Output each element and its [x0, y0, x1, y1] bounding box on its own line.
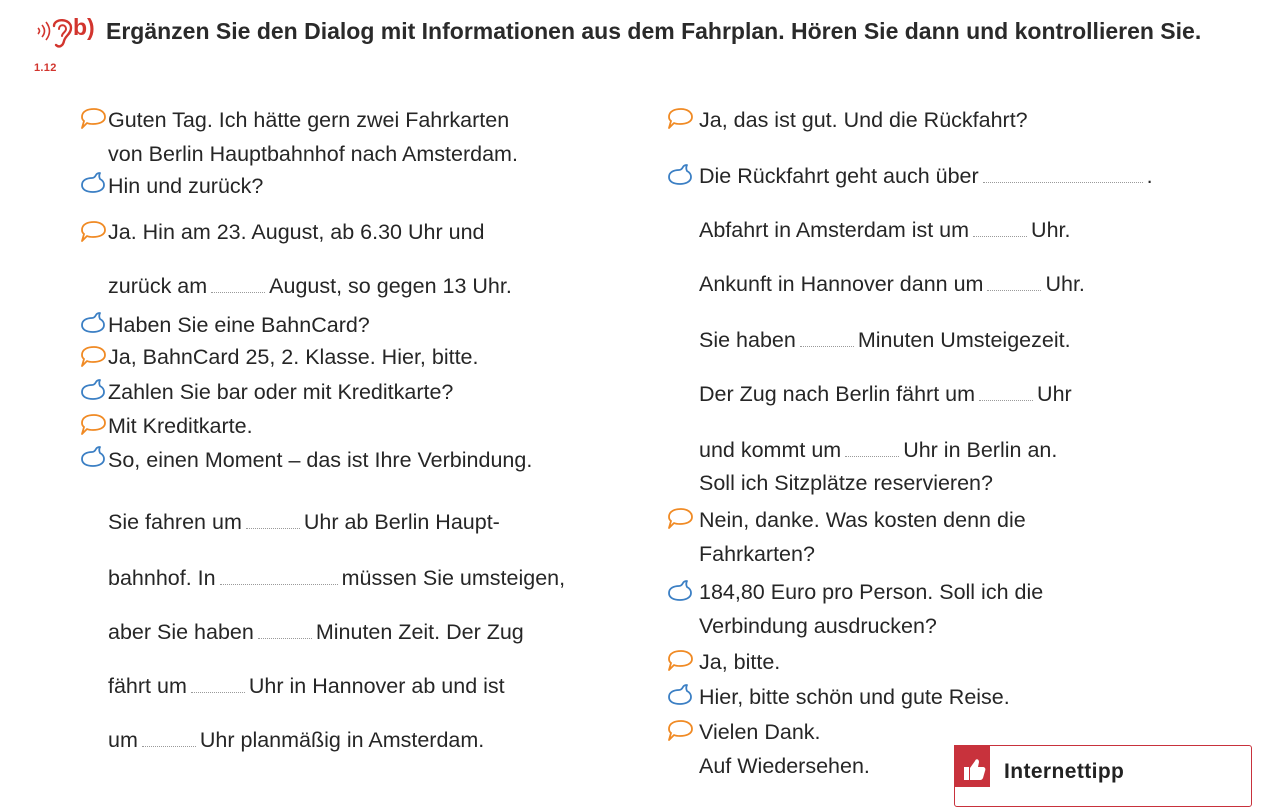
dialog-line: Vielen Dank. — [699, 720, 821, 744]
dialog-text: Minuten Umsteigezeit. — [857, 328, 1071, 352]
dialog-text: Uhr planmäßig in Amsterdam. — [199, 728, 485, 752]
blank-field[interactable] — [190, 674, 245, 693]
speech-bubble-icon — [81, 414, 106, 435]
dialog-line: Die Rückfahrt geht auch über. — [699, 162, 1153, 190]
speech-bubble-icon — [668, 508, 693, 529]
dialog-line: Ja. Hin am 23. August, ab 6.30 Uhr und — [108, 220, 485, 244]
dialog-text: zurück am — [108, 274, 208, 298]
dialog-text: Uhr. — [1045, 272, 1085, 296]
dialog-text: aber Sie haben — [108, 620, 254, 644]
dialog-line: von Berlin Hauptbahnhof nach Amsterdam. — [108, 142, 518, 166]
dialog-line: und kommt um Uhr in Berlin an. — [699, 436, 1057, 464]
dialog-line: Ankunft in Hannover dann um Uhr. — [699, 270, 1085, 298]
dialog-line: Hin und zurück? — [108, 174, 264, 198]
dialog-line: fährt um Uhr in Hannover ab und ist — [108, 672, 505, 700]
dialog-text: Sie fahren um — [108, 510, 242, 534]
dialog-line: Mit Kreditkarte. — [108, 414, 253, 438]
speech-loop-icon — [668, 580, 692, 601]
ear-audio-icon[interactable] — [35, 14, 75, 66]
speech-bubble-icon — [81, 221, 106, 242]
dialog-line: Auf Wiedersehen. — [699, 754, 870, 778]
dialog-text: Uhr — [1037, 382, 1072, 406]
dialog-line: bahnhof. In müssen Sie umsteigen, — [108, 564, 565, 592]
speech-loop-icon — [81, 312, 105, 333]
dialog-text: Sie haben — [699, 328, 796, 352]
dialog-text: Uhr. — [1031, 218, 1071, 242]
dialog-text: Abfahrt in Amsterdam ist um — [699, 218, 970, 242]
dialog-text: Uhr ab Berlin Haupt- — [303, 510, 500, 534]
dialog-line: Fahrkarten? — [699, 542, 815, 566]
dialog-line: Hier, bitte schön und gute Reise. — [699, 685, 1010, 709]
speech-loop-icon — [81, 172, 105, 193]
internet-tip-label: Internettipp — [1004, 760, 1125, 783]
blank-field[interactable] — [257, 620, 312, 639]
speech-loop-icon — [81, 446, 105, 467]
dialog-line: zurück am August, so gegen 13 Uhr. — [108, 272, 512, 300]
speech-bubble-icon — [668, 720, 693, 741]
dialog-line: Sie haben Minuten Umsteigezeit. — [699, 326, 1071, 354]
blank-field[interactable] — [211, 274, 266, 293]
dialog-line: Ja, bitte. — [699, 650, 781, 674]
dialog-text: um — [108, 728, 138, 752]
dialog-line: Verbindung ausdrucken? — [699, 614, 937, 638]
thumbs-up-icon — [954, 745, 990, 787]
blank-field[interactable] — [982, 164, 1143, 183]
dialog-text: fährt um — [108, 674, 187, 698]
dialog-text: Die Rückfahrt geht auch über — [699, 164, 979, 188]
dialog-text: Minuten Zeit. Der Zug — [315, 620, 524, 644]
task-instruction: Ergänzen Sie den Dialog mit Informatione… — [106, 18, 1202, 44]
dialog-line: Haben Sie eine BahnCard? — [108, 313, 370, 337]
dialog-line: Ja, BahnCard 25, 2. Klasse. Hier, bitte. — [108, 345, 479, 369]
dialog-line: Nein, danke. Was kosten denn die — [699, 508, 1026, 532]
track-number: 1.12 — [34, 62, 57, 74]
dialog-line: Zahlen Sie bar oder mit Kreditkarte? — [108, 380, 454, 404]
dialog-line: um Uhr planmäßig in Amsterdam. — [108, 726, 484, 754]
speech-loop-icon — [668, 164, 692, 185]
speech-bubble-icon — [81, 108, 106, 129]
dialog-text: Ankunft in Hannover dann um — [699, 272, 984, 296]
dialog-text: Uhr in Berlin an. — [903, 438, 1058, 462]
speech-loop-icon — [668, 684, 692, 705]
blank-field[interactable] — [845, 438, 900, 457]
dialog-text: August, so gegen 13 Uhr. — [269, 274, 512, 298]
blank-field[interactable] — [979, 382, 1034, 401]
dialog-text: bahnhof. In — [108, 566, 216, 590]
speech-bubble-icon — [668, 108, 693, 129]
blank-field[interactable] — [141, 728, 196, 747]
speech-bubble-icon — [668, 650, 693, 671]
speech-loop-icon — [81, 379, 105, 400]
dialog-line: Abfahrt in Amsterdam ist um Uhr. — [699, 216, 1070, 244]
dialog-line: Der Zug nach Berlin fährt um Uhr — [699, 380, 1072, 408]
dialog-text: . — [1146, 164, 1153, 188]
dialog-text: Uhr in Hannover ab und ist — [248, 674, 505, 698]
blank-field[interactable] — [799, 328, 854, 347]
dialog-line: 184,80 Euro pro Person. Soll ich die — [699, 580, 1044, 604]
dialog-line: Ja, das ist gut. Und die Rückfahrt? — [699, 108, 1028, 132]
blank-field[interactable] — [973, 218, 1028, 237]
blank-field[interactable] — [987, 272, 1042, 291]
dialog-line: aber Sie haben Minuten Zeit. Der Zug — [108, 618, 524, 646]
dialog-text: und kommt um — [699, 438, 842, 462]
dialog-line: Soll ich Sitzplätze reservieren? — [699, 471, 993, 495]
task-letter: b) — [73, 14, 95, 40]
dialog-text: Der Zug nach Berlin fährt um — [699, 382, 976, 406]
dialog-text: müssen Sie umsteigen, — [341, 566, 566, 590]
dialog-line: Sie fahren um Uhr ab Berlin Haupt- — [108, 508, 500, 536]
dialog-line: So, einen Moment – das ist Ihre Verbindu… — [108, 448, 533, 472]
dialog-line: Guten Tag. Ich hätte gern zwei Fahrkarte… — [108, 108, 510, 132]
speech-bubble-icon — [81, 346, 106, 367]
blank-field[interactable] — [219, 566, 338, 585]
blank-field[interactable] — [245, 510, 300, 529]
